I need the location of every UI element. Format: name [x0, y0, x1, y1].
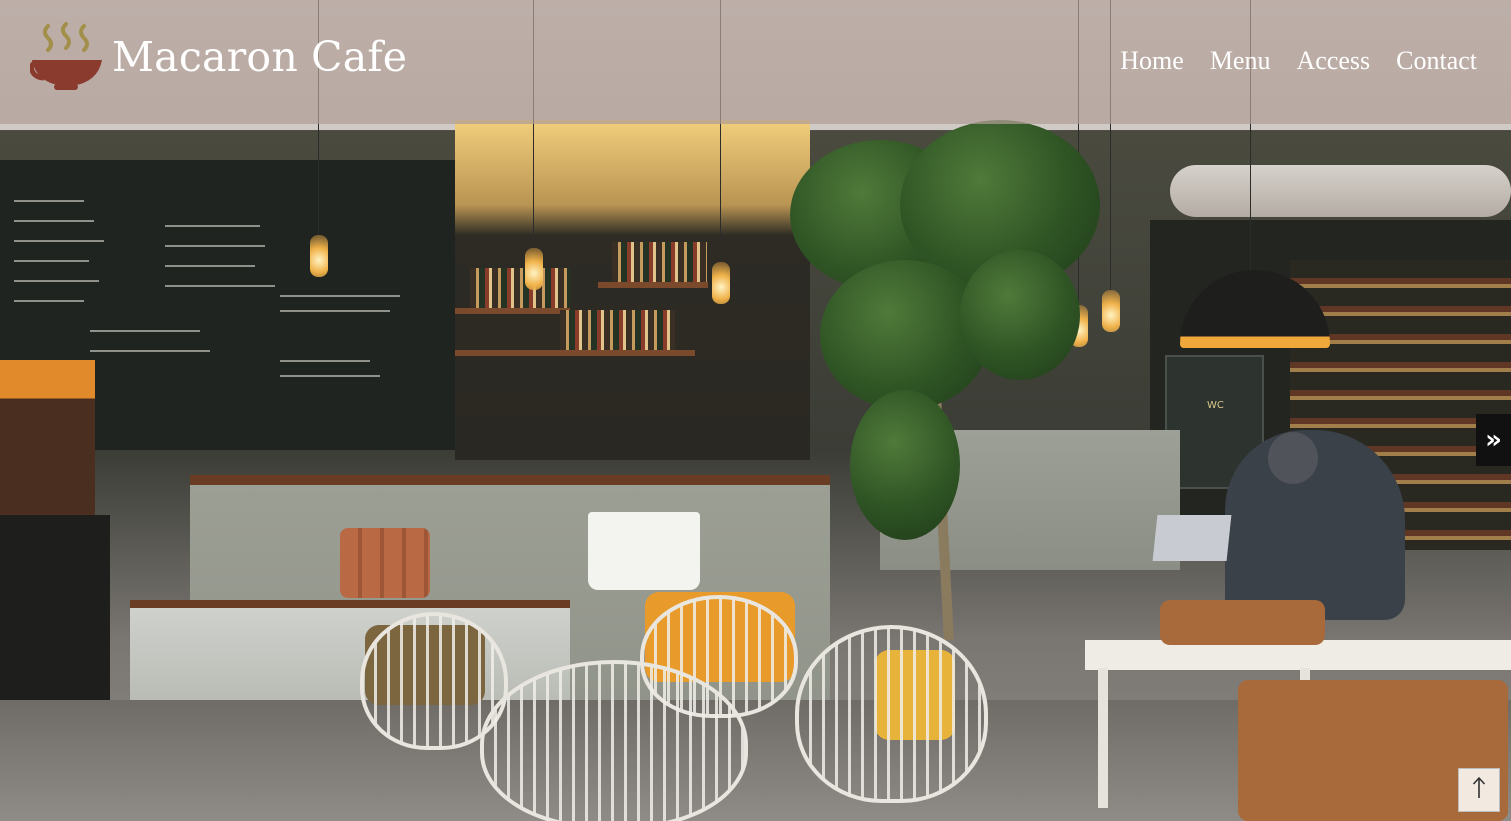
nav-contact[interactable]: Contact — [1396, 46, 1477, 76]
ceiling-duct — [1170, 165, 1511, 217]
white-wire-chair — [795, 625, 988, 803]
site-header: Macaron Cafe Home Menu Access Contact — [0, 0, 1511, 124]
fig-tree-foliage — [850, 390, 960, 540]
coffee-cup-icon — [28, 22, 104, 92]
back-to-top-button[interactable] — [1458, 768, 1500, 812]
pendant-lamp — [525, 248, 543, 290]
page: WC Macaron Cafe Home Menu Access Contact… — [0, 0, 1511, 821]
bottles — [560, 310, 675, 350]
cabinet — [0, 515, 110, 725]
site-logo-link[interactable]: Macaron Cafe — [28, 22, 408, 92]
juice-machine — [0, 360, 95, 515]
bar-shelf — [598, 282, 708, 288]
sink — [588, 512, 700, 590]
bar-shelf — [455, 308, 570, 314]
nav-access[interactable]: Access — [1296, 46, 1370, 76]
laptop — [1152, 515, 1232, 561]
wooden-chair — [1160, 600, 1325, 645]
pendant-lamp — [1102, 290, 1120, 332]
table-leg — [1098, 668, 1108, 808]
person-head — [1268, 432, 1318, 484]
site-title: Macaron Cafe — [112, 33, 408, 81]
fig-tree-foliage — [960, 250, 1080, 380]
side-panel-toggle-button[interactable]: » — [1476, 414, 1511, 466]
nav-menu[interactable]: Menu — [1210, 46, 1271, 76]
white-wire-chair — [480, 660, 748, 821]
pendant-lamp — [310, 235, 328, 277]
bar-shelf — [455, 350, 695, 356]
wc-sign: WC — [1207, 400, 1224, 411]
main-nav: Home Menu Access Contact — [1120, 46, 1477, 76]
bottles — [612, 242, 707, 282]
bottles — [470, 268, 570, 308]
pendant-lamp — [712, 262, 730, 304]
terracotta-pots — [340, 528, 430, 598]
nav-home[interactable]: Home — [1120, 46, 1184, 76]
arrow-up-icon — [1472, 776, 1486, 804]
